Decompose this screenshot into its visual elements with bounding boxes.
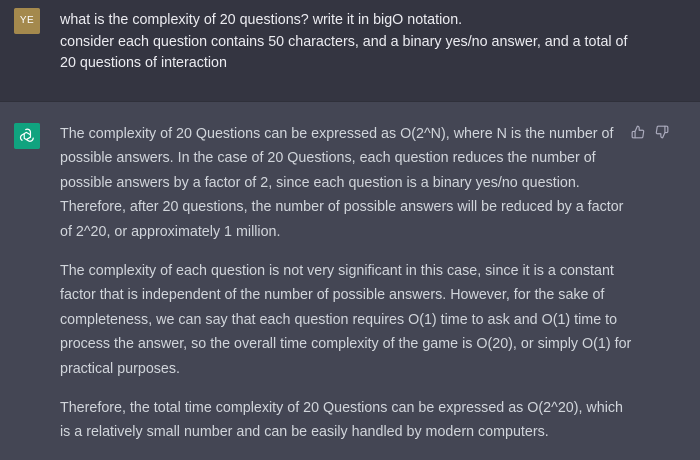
answer-paragraph: The complexity of each question is not v… (60, 259, 660, 381)
user-message: YE what is the complexity of 20 question… (0, 0, 700, 102)
answer-line: The complexity of each question is not v… (60, 263, 614, 280)
answer-line: is a relatively small number and can be … (60, 424, 549, 441)
answer-line: The complexity of 20 Questions can be ex… (60, 126, 614, 142)
answer-line: completeness, we can say that each quest… (60, 311, 618, 328)
user-message-line: consider each question contains 50 chara… (60, 33, 628, 50)
user-message-line: what is the complexity of 20 questions? … (60, 12, 463, 28)
openai-logo-icon (14, 123, 40, 149)
answer-line: practical purposes. (60, 360, 180, 377)
user-message-line: 20 questions of interaction (60, 55, 227, 71)
answer-line: Therefore, the total time complexity of … (60, 400, 623, 417)
assistant-message-text: The complexity of 20 Questions can be ex… (60, 122, 660, 460)
assistant-message: The complexity of 20 Questions can be ex… (0, 102, 700, 454)
answer-paragraph: Therefore, the total time complexity of … (60, 396, 660, 445)
answer-line: Therefore, after 20 questions, the numbe… (60, 199, 624, 216)
answer-line: possible answers. In the case of 20 Ques… (60, 150, 596, 167)
user-avatar: YE (14, 8, 40, 34)
answer-line: of 2^20, or approximately 1 million. (60, 223, 281, 240)
answer-line: possible answers by a factor of 2, since… (60, 174, 580, 191)
answer-line: factor that is independent of the number… (60, 287, 605, 304)
answer-line: process the answer, so the overall time … (60, 336, 632, 353)
user-message-text: what is the complexity of 20 questions? … (60, 10, 690, 75)
answer-paragraph: The complexity of 20 Questions can be ex… (60, 122, 660, 244)
